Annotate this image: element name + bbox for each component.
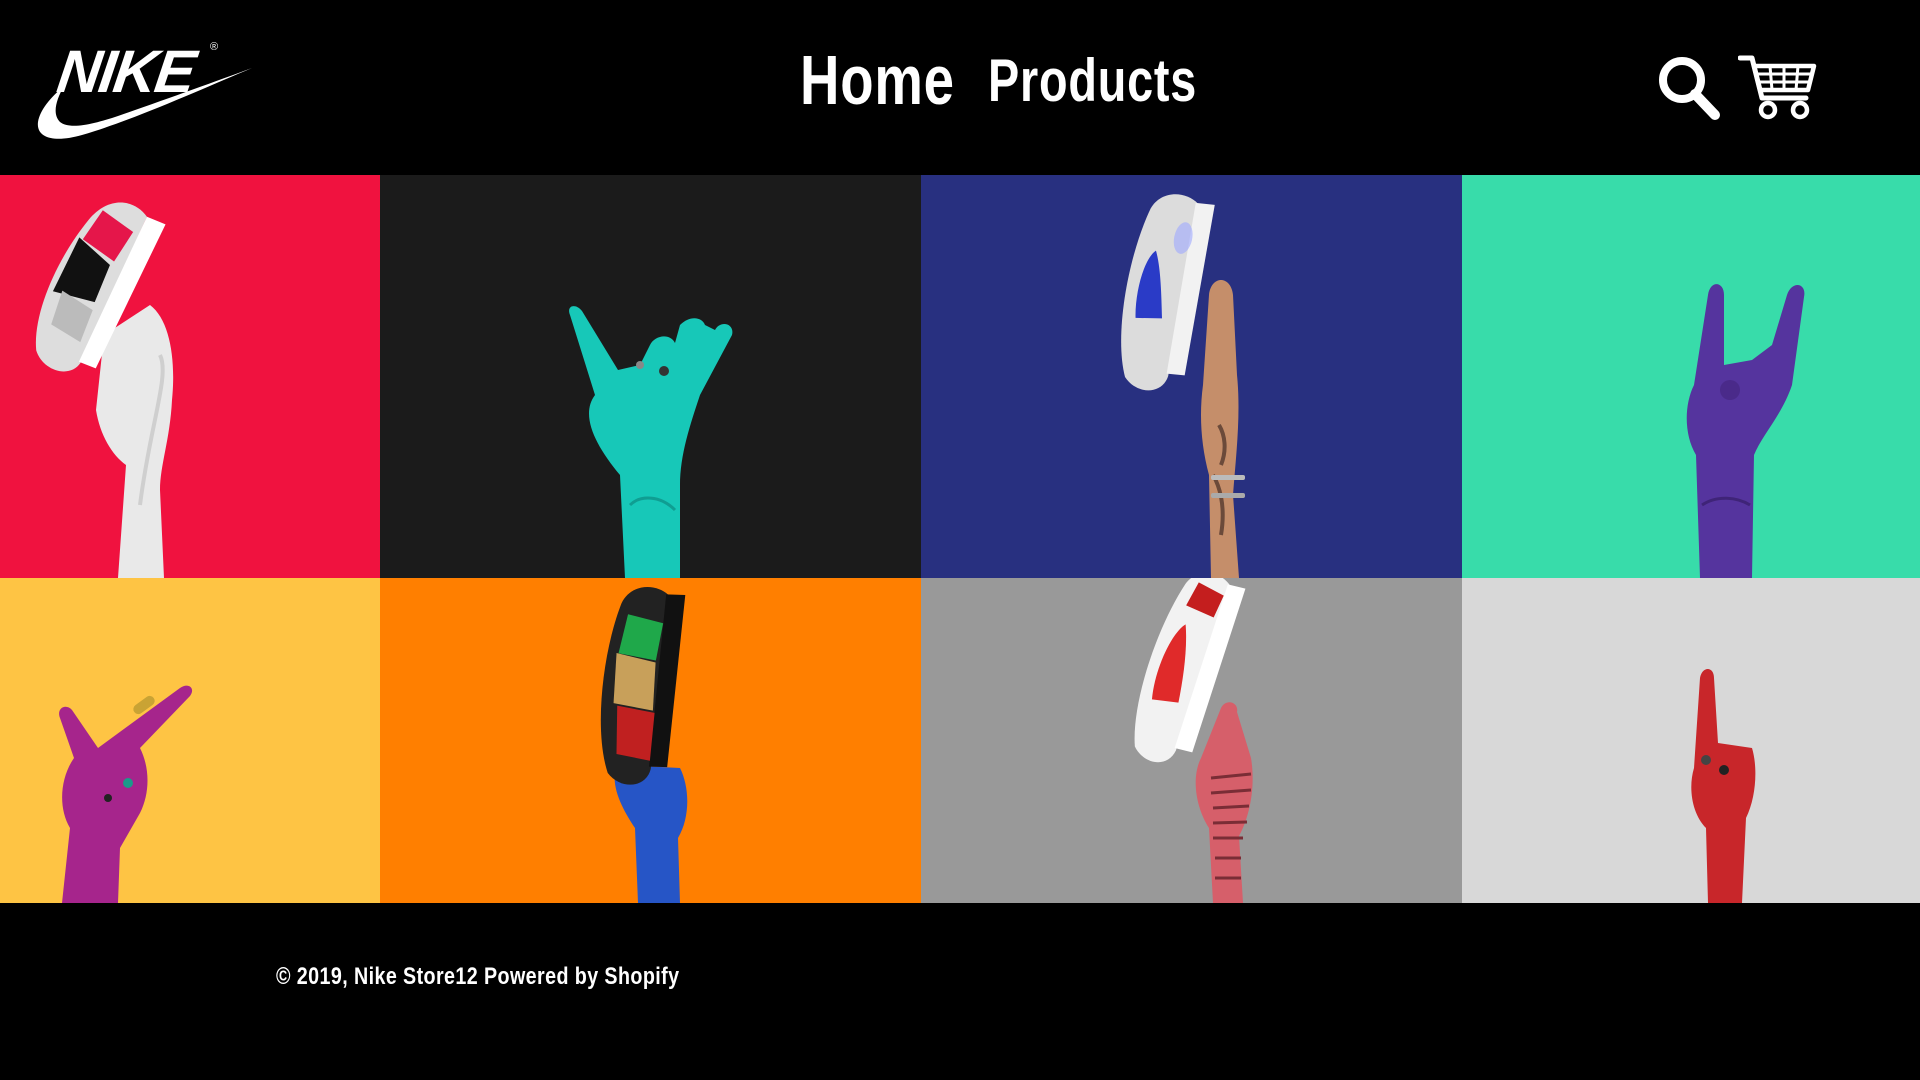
page: NIKE ® Home Products © 2019, Nike Store1… (0, 0, 1920, 1080)
hand-holding-sneaker-image (380, 578, 921, 903)
cart-button[interactable] (1737, 52, 1818, 122)
main-nav: Home Products (800, 40, 1257, 120)
hand-shaka-image (380, 175, 921, 578)
nav-home-link[interactable]: Home (800, 40, 955, 120)
nike-logo[interactable]: NIKE ® (34, 30, 254, 146)
registered-mark: ® (210, 41, 218, 53)
hand-rock-sign-image (1462, 175, 1920, 578)
search-button[interactable] (1655, 52, 1721, 122)
product-tile[interactable] (0, 175, 380, 578)
copyright-text: © 2019, Nike Store12 Powered by Shopify (276, 963, 680, 990)
hand-pointing-image (0, 578, 380, 903)
hand-holding-sneaker-image (921, 175, 1462, 578)
site-header: NIKE ® Home Products (0, 0, 1920, 175)
product-tile[interactable] (921, 175, 1462, 578)
product-tile[interactable] (0, 578, 380, 903)
product-tile[interactable] (380, 175, 921, 578)
product-tile[interactable] (1462, 578, 1920, 903)
hand-holding-sneaker-image (0, 175, 380, 578)
hand-finger-up-image (1462, 578, 1920, 903)
product-tile[interactable] (1462, 175, 1920, 578)
nav-products-link[interactable]: Products (988, 46, 1197, 115)
product-tile[interactable] (380, 578, 921, 903)
product-grid (0, 175, 1920, 903)
cart-icon (1737, 55, 1817, 120)
hand-holding-sneaker-image (921, 578, 1462, 903)
site-footer: © 2019, Nike Store12 Powered by Shopify (0, 903, 1920, 1080)
search-icon (1659, 57, 1720, 120)
product-tile[interactable] (921, 578, 1462, 903)
